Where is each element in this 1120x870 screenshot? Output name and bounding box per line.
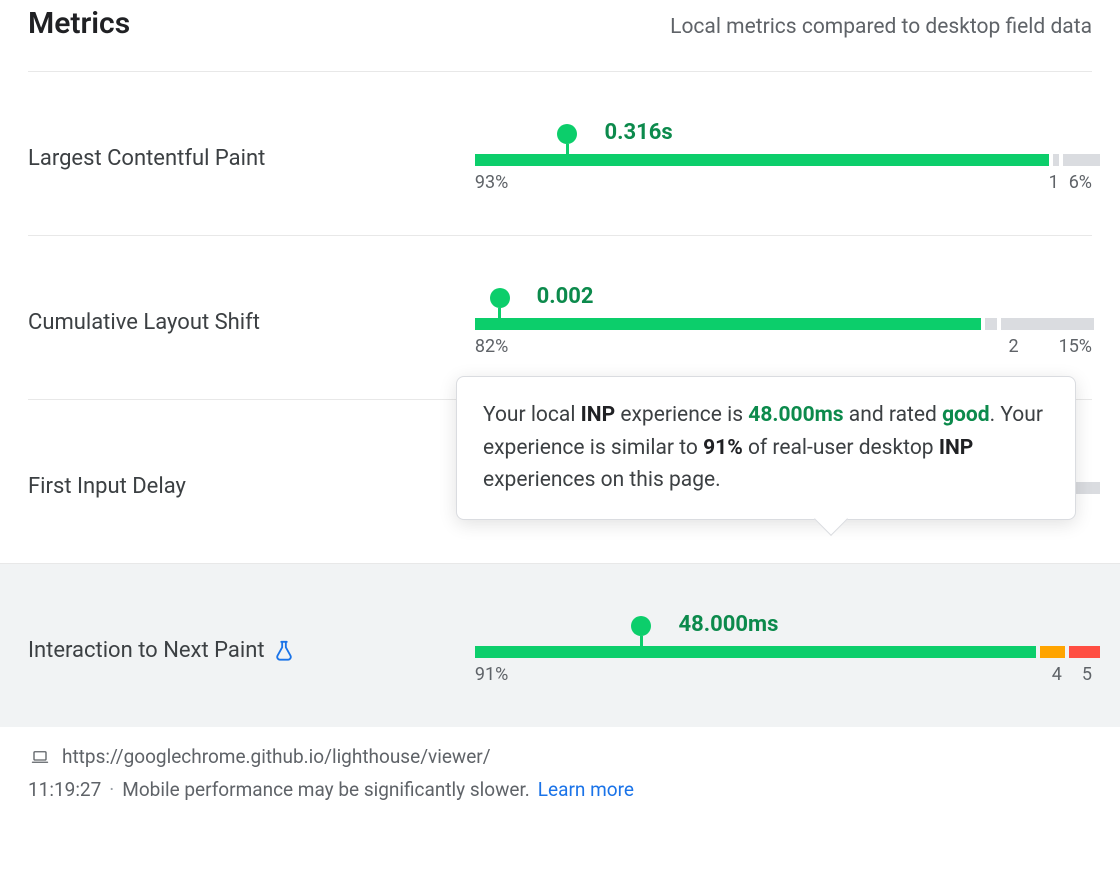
metric-label-cls: Cumulative Layout Shift (28, 310, 475, 335)
metric-bar-cls: 0.002 82% 2 15% (475, 288, 1092, 357)
pct-poor-inp: 5 (1082, 664, 1092, 685)
pct-good-inp: 91% (475, 664, 508, 685)
metric-marker-inp (631, 616, 651, 650)
page-subtitle: Local metrics compared to desktop field … (670, 15, 1092, 39)
tooltip-value: 48.000ms (748, 403, 843, 427)
metric-label-fid: First Input Delay (28, 474, 475, 499)
metric-tooltip-inp: Your local INP experience is 48.000ms an… (456, 376, 1076, 520)
seg-poor-fid (1075, 482, 1100, 494)
metric-row-inp[interactable]: Interaction to Next Paint 48.000ms 91% 4 (0, 563, 1120, 727)
seg-poor-lcp (1063, 154, 1100, 166)
learn-more-link[interactable]: Learn more (538, 778, 634, 801)
seg-needs-inp (1040, 646, 1065, 658)
metric-bar-inp: 48.000ms 91% 4 5 (475, 616, 1092, 685)
metric-label-lcp: Largest Contentful Paint (28, 146, 475, 171)
tooltip-rating: good (942, 403, 990, 427)
metric-marker-cls (490, 288, 510, 322)
metric-name-fid: First Input Delay (28, 474, 186, 499)
pct-good-lcp: 93% (475, 172, 508, 193)
seg-poor-cls (1001, 318, 1094, 330)
metrics-header: Metrics Local metrics compared to deskto… (28, 0, 1092, 71)
footer-time: 11:19:27 (28, 778, 101, 801)
metric-label-inp: Interaction to Next Paint (28, 638, 475, 663)
pct-poor-cls: 15% (1059, 336, 1092, 357)
metric-name-cls: Cumulative Layout Shift (28, 310, 260, 335)
tooltip-percentile: 91% (703, 436, 743, 460)
pct-needs-lcp: 1 (1049, 172, 1059, 193)
seg-good-cls (475, 318, 981, 330)
metric-bar-lcp: 0.316s 93% 1 6% (475, 124, 1092, 193)
metric-value-lcp: 0.316s (604, 120, 672, 145)
metric-row-lcp[interactable]: Largest Contentful Paint 0.316s 93% 1 6% (28, 71, 1092, 235)
metrics-footer: https://googlechrome.github.io/lighthous… (28, 745, 1092, 801)
seg-needs-cls (985, 318, 997, 330)
flask-icon (273, 639, 295, 663)
metric-value-inp: 48.000ms (679, 612, 779, 637)
metric-row-cls[interactable]: Cumulative Layout Shift 0.002 82% 2 15% (28, 235, 1092, 399)
pct-needs-cls: 2 (1008, 336, 1018, 357)
page-title: Metrics (28, 6, 130, 41)
footer-note: Mobile performance may be significantly … (122, 778, 530, 801)
pct-poor-lcp: 6% (1069, 172, 1092, 193)
metric-marker-lcp (557, 124, 577, 158)
seg-poor-inp (1069, 646, 1100, 658)
laptop-icon (28, 748, 52, 766)
footer-url: https://googlechrome.github.io/lighthous… (62, 745, 491, 768)
pct-needs-inp: 4 (1052, 664, 1062, 685)
seg-needs-lcp (1053, 154, 1059, 166)
seg-good-inp (475, 646, 1037, 658)
pct-good-cls: 82% (475, 336, 508, 357)
metric-value-cls: 0.002 (537, 284, 594, 309)
separator-dot: · (109, 778, 114, 801)
metric-name-inp: Interaction to Next Paint (28, 638, 265, 663)
tooltip-abbr-inp-2: INP (939, 436, 974, 460)
metric-name-lcp: Largest Contentful Paint (28, 146, 265, 171)
tooltip-abbr-inp-1: INP (581, 403, 616, 427)
